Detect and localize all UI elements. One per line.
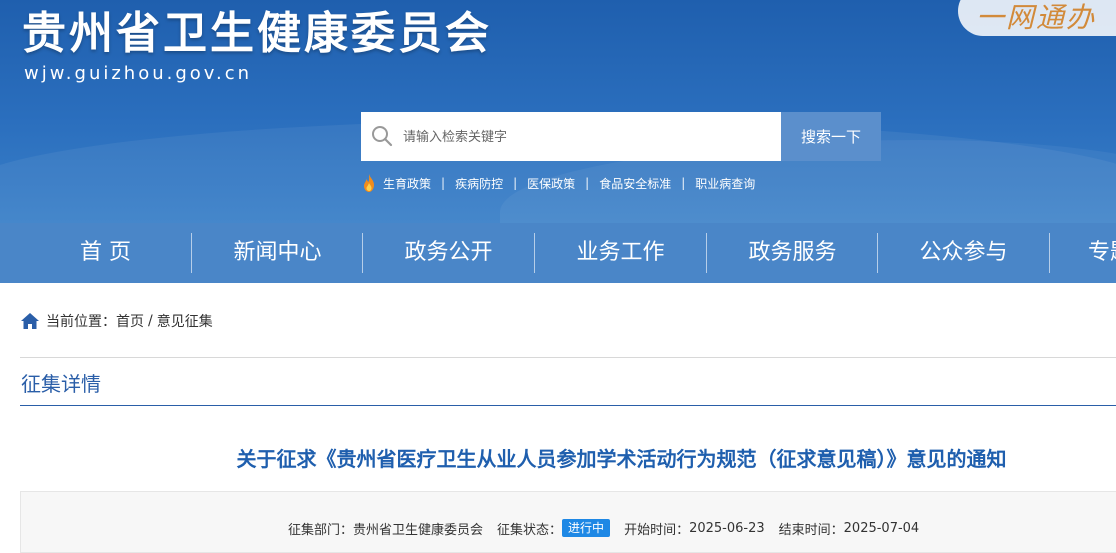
oneweb-service-link[interactable]: 一网通办 xyxy=(958,0,1116,36)
home-icon xyxy=(21,313,39,329)
breadcrumb-home-link[interactable]: 首页 xyxy=(116,311,144,331)
nav-item-business-work[interactable]: 业务工作 xyxy=(535,223,706,283)
start-time-value: 2025-06-23 xyxy=(689,520,765,536)
separator: | xyxy=(681,176,686,190)
nav-item-gov-services[interactable]: 政务服务 xyxy=(707,223,878,283)
site-title[interactable]: 贵州省卫生健康委员会 xyxy=(22,6,492,62)
start-time-label: 开始时间： xyxy=(624,522,690,538)
oneweb-label: 一网通办 xyxy=(976,1,1097,34)
section-underline xyxy=(20,405,1116,406)
end-time-value: 2025-07-04 xyxy=(843,520,920,536)
hot-link-medical-insurance[interactable]: 医保政策 xyxy=(527,175,575,192)
department-value: 贵州省卫生健康委员会 xyxy=(353,522,484,538)
breadcrumb-separator: / xyxy=(148,313,153,329)
section-title: 征集详情 xyxy=(21,372,101,396)
search-icon xyxy=(372,126,393,147)
site-domain: wjw.guizhou.gov.cn xyxy=(24,63,253,84)
document-info-row: 征集部门： 贵州省卫生健康委员会 征集状态： 进行中 开始时间： 2025-06… xyxy=(288,518,919,538)
breadcrumb-current-link[interactable]: 意见征集 xyxy=(157,311,213,331)
nav-item-special-topics[interactable]: 专题专栏 xyxy=(1050,223,1116,283)
hot-link-occupational-disease[interactable]: 职业病查询 xyxy=(695,175,755,192)
hot-link-food-safety[interactable]: 食品安全标准 xyxy=(599,175,671,192)
nav-item-gov-affairs-open[interactable]: 政务公开 xyxy=(363,223,534,283)
status-label: 征集状态： xyxy=(497,522,563,538)
search-input[interactable] xyxy=(401,112,775,163)
search-box xyxy=(361,112,781,163)
nav-item-public-participation[interactable]: 公众参与 xyxy=(878,223,1049,283)
nav-item-home[interactable]: 首 页 xyxy=(20,223,191,283)
hot-link-disease-control[interactable]: 疾病防控 xyxy=(455,175,503,192)
separator: | xyxy=(585,176,590,190)
separator: | xyxy=(441,176,446,190)
nav-item-news[interactable]: 新闻中心 xyxy=(192,223,363,283)
breadcrumb-prefix: 当前位置： xyxy=(46,314,116,330)
end-time-label: 结束时间： xyxy=(778,522,844,538)
divider xyxy=(20,357,1116,358)
hot-keywords: 生育政策 | 疾病防控 | 医保政策 | 食品安全标准 | 职业病查询 xyxy=(361,172,755,194)
separator: | xyxy=(513,176,518,190)
main-nav: 首 页 新闻中心 政务公开 业务工作 政务服务 公众参与 专题专栏 xyxy=(0,223,1116,283)
department-label: 征集部门： xyxy=(288,522,354,538)
document-title: 关于征求《贵州省医疗卫生从业人员参加学术活动行为规范（征求意见稿）》意见的通知 xyxy=(236,447,1007,471)
hot-link-birth-policy[interactable]: 生育政策 xyxy=(383,175,431,192)
fire-icon xyxy=(364,174,374,192)
search-button[interactable]: 搜索一下 xyxy=(781,112,881,161)
breadcrumb: 当前位置： 首页 / 意见征集 xyxy=(20,310,213,332)
status-badge: 进行中 xyxy=(562,519,611,537)
